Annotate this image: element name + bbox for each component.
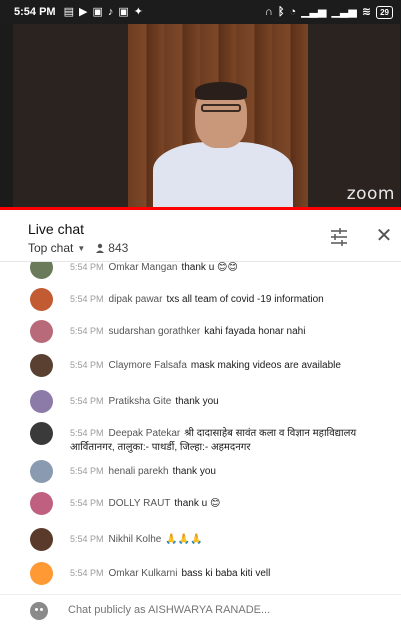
message-time: 5:54 PM [70, 294, 104, 304]
message-author[interactable]: sudarshan gorathker [109, 326, 201, 337]
message-body: 🙏🙏🙏 [165, 534, 203, 545]
message-body: kahi fayada honar nahi [204, 326, 306, 337]
avatar[interactable] [30, 262, 53, 279]
message-text: 5:54 PM Deepak Patekar श्री दादासाहेब सावं… [70, 426, 391, 455]
message-text: 5:54 PM Omkar Kulkarni bass ki baba kiti v… [70, 566, 391, 581]
message-author[interactable]: Nikhil Kolhe [109, 534, 162, 545]
message-author[interactable]: henali parekh [109, 466, 169, 477]
message-time: 5:54 PM [70, 396, 104, 406]
message-text: 5:54 PM DOLLY RAUT thank u 😊 [70, 496, 391, 511]
message-text: 5:54 PM Pratiksha Gite thank you [70, 394, 391, 409]
message-body: mask making videos are available [190, 360, 341, 371]
avatar[interactable] [30, 390, 53, 413]
message-time: 5:54 PM [70, 428, 104, 438]
message-icon: ▤ [63, 5, 74, 18]
presenter [143, 82, 303, 210]
message-time: 5:54 PM [70, 326, 104, 336]
message-body: bass ki baba kiti vell [181, 568, 271, 579]
message-author[interactable]: Pratiksha Gite [109, 396, 172, 407]
message-text: 5:54 PM dipak pawar txs all team of covid … [70, 292, 391, 307]
message-time: 5:54 PM [70, 466, 104, 476]
chat-message-list[interactable]: 5:54 PM Omkar Mangan thank u 😊😊 5:54 PM dipa… [0, 262, 401, 594]
chevron-down-icon: ▼ [77, 243, 86, 253]
notification-icons: ▤ ▶ ▣ ♪ ▣ ✦ [63, 5, 143, 18]
viewer-count: 843 [95, 241, 128, 255]
image-icon: ▣ [118, 5, 129, 18]
avatar[interactable] [30, 422, 53, 445]
status-bar: 5:54 PM ▤ ▶ ▣ ♪ ▣ ✦ ∩ ᛒ ◔ ▁▃▅ ▁▃▅ ≋ 29 [0, 0, 401, 24]
message-text: 5:54 PM Nikhil Kolhe 🙏🙏🙏 [70, 532, 391, 547]
twitter-icon: ✦ [133, 5, 143, 18]
message-author[interactable]: DOLLY RAUT [109, 498, 171, 509]
video-player[interactable]: zoom [0, 24, 401, 210]
avatar[interactable] [30, 460, 53, 483]
message-time: 5:54 PM [70, 262, 104, 272]
chat-title: Live chat [28, 221, 85, 237]
emoji-icon[interactable] [30, 602, 48, 620]
zoom-watermark: zoom [346, 184, 395, 204]
message-author[interactable]: Omkar Mangan [109, 262, 178, 273]
close-icon: ✕ [375, 225, 393, 247]
filter-button[interactable] [328, 227, 350, 247]
person-icon [96, 243, 105, 253]
chat-input-bar [0, 594, 401, 628]
message-time: 5:54 PM [70, 568, 104, 578]
play-store-icon: ▶ [78, 5, 88, 18]
tiktok-icon: ♪ [107, 5, 114, 18]
bluetooth-icon: ᛒ [277, 5, 285, 18]
avatar[interactable] [30, 288, 53, 311]
close-button[interactable]: ✕ [374, 225, 394, 247]
message-text: 5:54 PM sudarshan gorathker kahi fayada ho… [70, 324, 391, 339]
message-text: 5:54 PM Omkar Mangan thank u 😊😊 [70, 262, 391, 275]
message-body: txs all team of covid -19 information [166, 294, 324, 305]
wifi-icon: ≋ [361, 5, 372, 18]
system-icons: ∩ ᛒ ◔ ▁▃▅ ▁▃▅ ≋ 29 [264, 5, 393, 19]
message-author[interactable]: dipak pawar [109, 294, 163, 305]
avatar[interactable] [30, 354, 53, 377]
signal-2-icon: ▁▃▅ [331, 5, 357, 18]
video-frame [13, 24, 400, 210]
headphones-icon: ∩ [264, 5, 273, 18]
viewer-count-value: 843 [108, 241, 129, 255]
gallery-icon: ▣ [92, 5, 103, 18]
message-body: thank u 😊 [174, 498, 221, 509]
avatar[interactable] [30, 492, 53, 515]
message-time: 5:54 PM [70, 498, 104, 508]
message-author[interactable]: Claymore Falsafa [109, 360, 187, 371]
chat-mode-selector[interactable]: Top chat ▼ 843 [28, 241, 128, 255]
message-time: 5:54 PM [70, 534, 104, 544]
alarm-icon: ◔ [289, 5, 297, 18]
message-body: thank you [175, 396, 219, 407]
message-text: 5:54 PM Claymore Falsafa mask making video… [70, 358, 391, 373]
status-time: 5:54 PM [14, 6, 56, 18]
avatar[interactable] [30, 562, 53, 585]
chat-header: Live chat Top chat ▼ 843 ✕ [0, 212, 401, 262]
message-author[interactable]: Omkar Kulkarni [109, 568, 178, 579]
battery-icon: 29 [376, 5, 393, 19]
avatar[interactable] [30, 528, 53, 551]
message-author[interactable]: Deepak Patekar [109, 428, 181, 439]
avatar[interactable] [30, 320, 53, 343]
message-time: 5:54 PM [70, 360, 104, 370]
message-body: thank you [172, 466, 216, 477]
signal-icon: ▁▃▅ [301, 5, 327, 18]
message-body: thank u 😊😊 [181, 262, 238, 273]
message-text: 5:54 PM henali parekh thank you [70, 464, 391, 479]
video-progress-bar[interactable] [0, 207, 401, 210]
chat-mode-label: Top chat [28, 241, 74, 255]
tune-icon [331, 228, 347, 246]
chat-input[interactable] [68, 604, 368, 616]
